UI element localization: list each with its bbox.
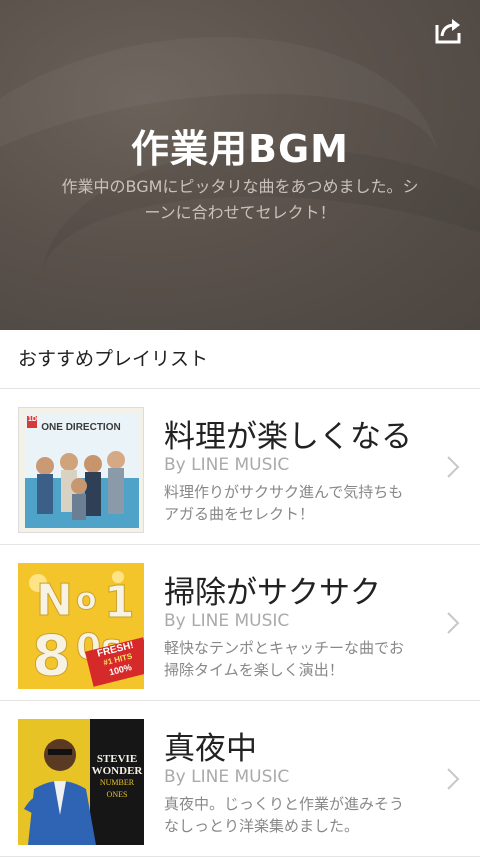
section-title: おすすめプレイリスト xyxy=(0,330,480,389)
playlist-author: By LINE MUSIC xyxy=(164,455,290,475)
playlist-name: 掃除がサクサク xyxy=(164,575,381,611)
album-title-line: NUMBER xyxy=(99,778,135,787)
chevron-right-icon xyxy=(447,768,460,790)
svg-text:N: N xyxy=(36,575,73,626)
playlist-item-midnight[interactable]: STEVIE WONDER NUMBER ONES 真夜中 By LINE MU… xyxy=(0,701,480,857)
chevron-right-icon xyxy=(447,456,460,478)
playlist-name: 料理が楽しくなる xyxy=(164,419,412,455)
chevron-right-icon xyxy=(447,612,460,634)
album-title-text: STEVIE WONDER NUMBER ONES xyxy=(90,753,144,801)
page-title: 作業用BGM xyxy=(131,127,349,171)
album-title-line: STEVIE xyxy=(96,753,138,765)
share-icon[interactable] xyxy=(432,14,464,46)
album-title-line: ONES xyxy=(106,790,128,799)
album-cover: N o 1 8 0s FRESH! #1 HITS 100% xyxy=(18,563,144,689)
playlist-author: By LINE MUSIC xyxy=(164,767,290,787)
album-cover: 1D ONE DIRECTION xyxy=(18,407,144,533)
hero-header: 作業用BGM 作業中のBGMにピッタリな曲をあつめました。シーンに合わせてセレク… xyxy=(0,0,480,330)
playlist-description: 軽快なテンポとキャッチーな曲でお掃除タイムを楽しく演出！ xyxy=(164,639,405,679)
playlist-item-cleaning[interactable]: N o 1 8 0s FRESH! #1 HITS 100% 掃除がサクサク B… xyxy=(0,545,480,701)
playlist-item-cooking[interactable]: 1D ONE DIRECTION 料理が楽しくなる By LINE MUSIC … xyxy=(0,389,480,545)
playlist-description: 料理作りがサクサク進んで気持ちもアガる曲をセレクト！ xyxy=(164,483,404,523)
svg-text:8: 8 xyxy=(32,624,71,689)
album-cover: STEVIE WONDER NUMBER ONES xyxy=(18,719,144,845)
album-artist-text: ONE DIRECTION xyxy=(41,422,121,433)
page-description: 作業中のBGMにピッタリな曲をあつめました。シーンに合わせてセレクト！ xyxy=(61,177,419,222)
album-title-line: WONDER xyxy=(91,765,143,777)
playlist-name: 真夜中 xyxy=(164,731,257,767)
playlist-description: 真夜中。じっくりと作業が進みそうなしっとり洋楽集めました。 xyxy=(164,795,405,835)
playlist-author: By LINE MUSIC xyxy=(164,611,290,631)
svg-text:o: o xyxy=(76,582,97,617)
svg-text:1: 1 xyxy=(104,577,135,628)
